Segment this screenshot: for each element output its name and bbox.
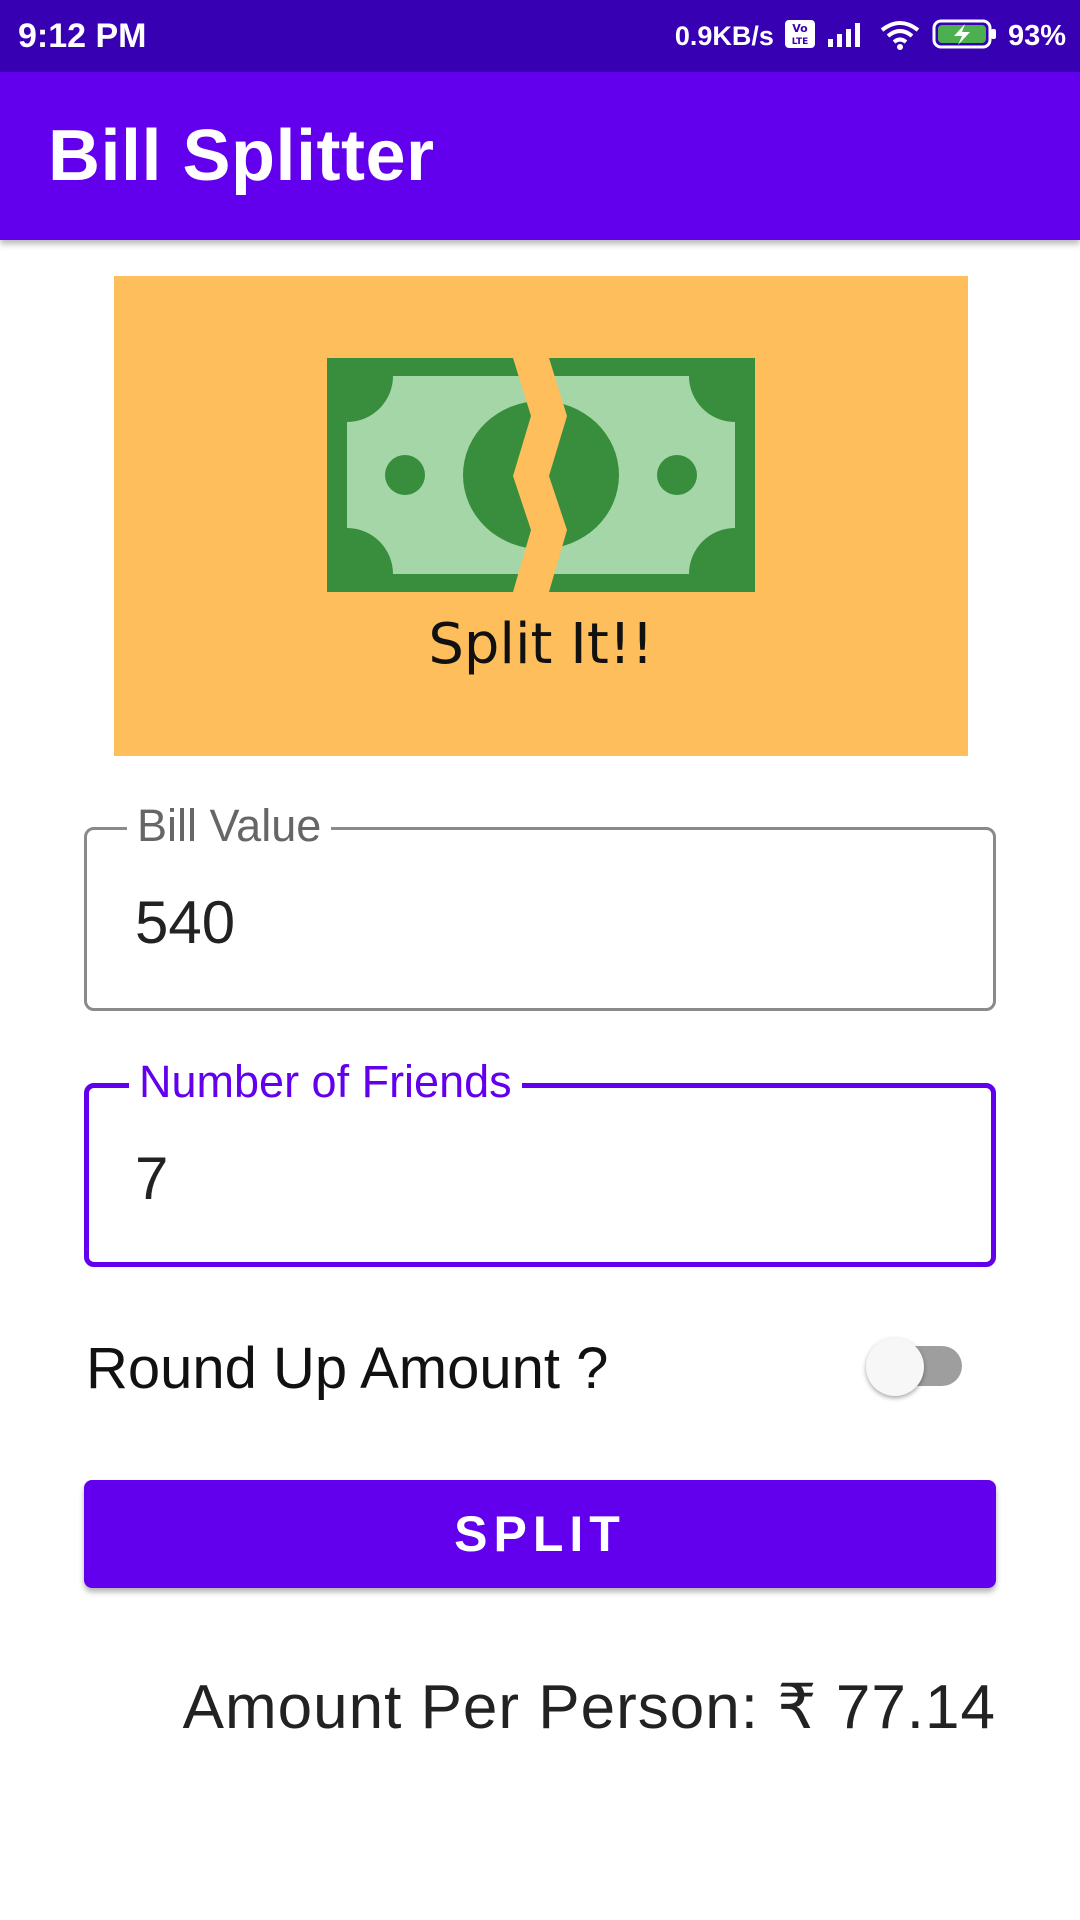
round-up-label: Round Up Amount ?	[86, 1336, 609, 1401]
hero-caption: Split It!!	[428, 612, 654, 677]
status-time: 9:12 PM	[18, 16, 147, 55]
svg-text:LTE: LTE	[792, 37, 809, 47]
volte-icon: Vo LTE	[784, 19, 816, 54]
amount-per-person: Amount Per Person: ₹ 77.14	[182, 1673, 996, 1742]
bill-value-label: Bill Value	[127, 800, 332, 852]
battery-percent: 93%	[1007, 19, 1066, 52]
friends-count-field[interactable]: Number of Friends 7	[84, 1056, 996, 1267]
app-title: Bill Splitter	[48, 116, 435, 196]
hero-banner	[114, 276, 968, 756]
status-icons: 0.9KB/s Vo LTE 93%	[675, 18, 1066, 55]
split-button[interactable]: SPLIT	[84, 1480, 996, 1588]
svg-text:Vo: Vo	[792, 22, 808, 35]
split-money-icon	[327, 358, 755, 592]
app-bar: Bill Splitter	[0, 72, 1080, 240]
friends-count-label: Number of Friends	[129, 1056, 522, 1108]
bill-value-field[interactable]: Bill Value 540	[84, 800, 996, 1011]
cellular-signal-icon	[826, 19, 868, 54]
wifi-icon	[878, 18, 922, 55]
bill-value-input[interactable]: 540	[135, 888, 235, 957]
status-bar: 9:12 PM 0.9KB/s Vo LTE 93%	[0, 0, 1080, 72]
battery-charging-icon	[932, 18, 998, 55]
friends-count-input[interactable]: 7	[135, 1144, 168, 1213]
round-up-toggle-thumb[interactable]	[866, 1338, 924, 1396]
network-speed: 0.9KB/s	[674, 20, 774, 51]
